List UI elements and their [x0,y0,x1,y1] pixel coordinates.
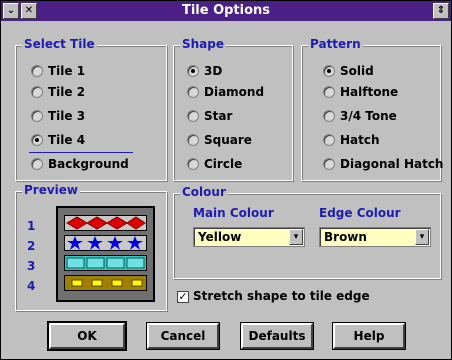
radio-tile-4[interactable]: Tile 4 [31,131,85,149]
radio-icon [323,110,335,122]
radio-tile-2[interactable]: Tile 2 [31,83,85,101]
preview-row-number: 3 [27,259,36,273]
defaults-button[interactable]: Defaults [240,322,314,350]
radio-label: Tile 1 [48,64,86,78]
preview-label: Preview [22,183,81,197]
radio-icon [187,134,199,146]
shape-label: Shape [180,37,227,51]
tile-options-dialog: ⌄ ✕ Tile Options ⇕ Select Tile Tile 1 Ti… [0,0,452,360]
separator-line [29,152,133,153]
radio-diamond[interactable]: Diamond [187,83,264,101]
preview-tile-row-2 [64,235,147,251]
radio-label: Circle [204,157,243,171]
edge-colour-value: Brown [324,230,367,244]
cyan-squares-icon [66,257,145,269]
preview-tile-row-4 [64,275,147,291]
preview-tile-row-1 [64,215,147,231]
radio-icon [31,110,43,122]
radio-icon [187,86,199,98]
radio-label: Hatch [340,133,380,147]
radio-star[interactable]: Star [187,107,232,125]
stretch-checkbox[interactable]: ✓ [177,291,189,303]
main-colour-label: Main Colour [193,206,274,220]
restore-icon[interactable]: ⇕ [433,3,449,19]
radio-halftone[interactable]: Halftone [323,83,398,101]
radio-label: 3D [204,64,223,78]
cancel-button[interactable]: Cancel [146,322,220,350]
radio-label: Solid [340,64,374,78]
edge-colour-select[interactable]: Brown ▾ [319,227,431,247]
stretch-label: Stretch shape to tile edge [193,289,370,303]
colour-label: Colour [180,185,228,199]
radio-label: Tile 3 [48,109,86,123]
radio-three-quarter-tone[interactable]: 3/4 Tone [323,107,397,125]
help-button[interactable]: Help [332,322,406,350]
edge-colour-label: Edge Colour [319,206,401,220]
dropdown-arrow-icon[interactable]: ▾ [415,229,429,245]
main-colour-select[interactable]: Yellow ▾ [193,227,305,247]
radio-label: Tile 2 [48,85,86,99]
blue-stars-icon [67,236,143,250]
preview-row-number: 4 [27,279,36,293]
ok-button[interactable]: OK [47,321,127,351]
radio-icon [31,134,43,146]
radio-label: Star [204,109,233,123]
radio-label: 3/4 Tone [340,109,397,123]
radio-icon [323,158,335,170]
radio-icon [323,86,335,98]
radio-icon [31,158,43,170]
radio-circle[interactable]: Circle [187,155,242,173]
radio-icon [31,86,43,98]
radio-label: Tile 4 [48,133,86,147]
radio-label: Diagonal Hatch [340,157,444,171]
radio-solid[interactable]: Solid [323,62,374,80]
red-diamonds-icon [66,216,146,230]
radio-tile-3[interactable]: Tile 3 [31,107,85,125]
radio-square[interactable]: Square [187,131,252,149]
radio-label: Diamond [204,85,265,99]
yellow-3d-tiles-icon [71,279,143,287]
radio-background[interactable]: Background [31,155,129,173]
radio-label: Background [48,157,129,171]
radio-icon [323,134,335,146]
select-tile-label: Select Tile [22,37,97,51]
preview-row-number: 2 [27,239,36,253]
radio-label: Halftone [340,85,399,99]
title-bar[interactable]: ⌄ ✕ Tile Options ⇕ [1,1,451,21]
pattern-label: Pattern [308,37,363,51]
preview-tile-row-3 [64,255,147,271]
dropdown-arrow-icon[interactable]: ▾ [289,229,303,245]
preview-row-number: 1 [27,219,36,233]
radio-tile-1[interactable]: Tile 1 [31,62,85,80]
window-title: Tile Options [181,3,271,18]
radio-icon [187,110,199,122]
main-colour-value: Yellow [198,230,242,244]
radio-icon [31,65,43,77]
radio-hatch[interactable]: Hatch [323,131,380,149]
preview-canvas [56,206,155,302]
radio-label: Square [204,133,252,147]
radio-icon [187,158,199,170]
radio-3d[interactable]: 3D [187,62,222,80]
radio-icon [323,65,335,77]
radio-icon [187,65,199,77]
radio-diagonal-hatch[interactable]: Diagonal Hatch [323,155,443,173]
